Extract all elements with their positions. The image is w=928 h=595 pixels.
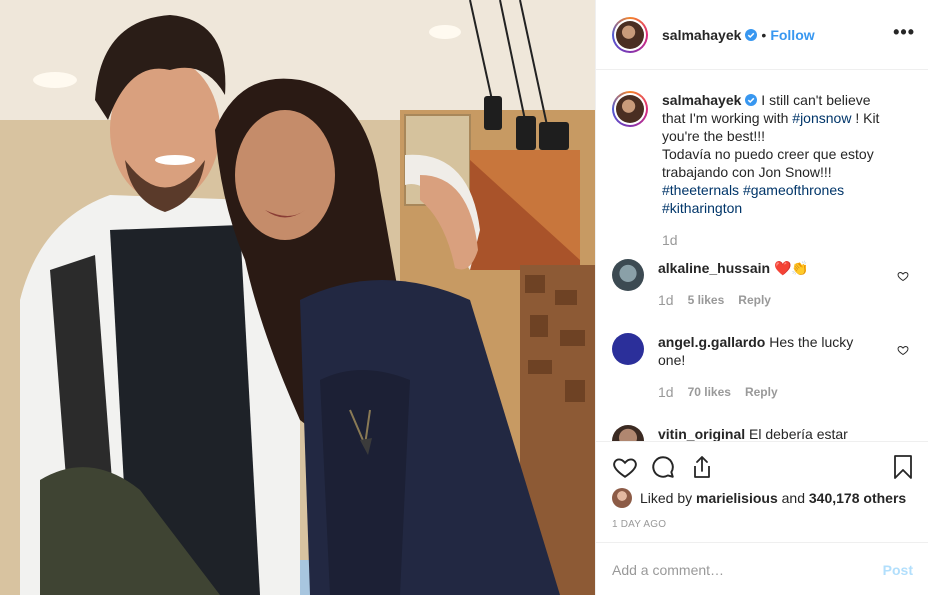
liked-by-user[interactable]: marielisious (696, 490, 778, 506)
comment-text: ❤️👏 (770, 260, 809, 276)
post-header: salmahayek • Follow ••• (596, 0, 928, 70)
more-options-icon[interactable]: ••• (893, 22, 915, 43)
post-comment-button[interactable]: Post (883, 562, 913, 578)
caption-spanish: Todavía no puedo creer que estoy trabaja… (662, 146, 874, 180)
comment-bubble-icon[interactable] (650, 454, 676, 480)
post-photo[interactable] (0, 0, 595, 595)
comment-item: vitin_original El debería estar (612, 425, 912, 441)
instagram-post: salmahayek • Follow ••• salmahayek I sti… (0, 0, 928, 595)
profile-avatar[interactable] (612, 16, 648, 53)
reply-button[interactable]: Reply (738, 291, 771, 309)
caption-time[interactable]: 1d (662, 231, 678, 249)
reply-button[interactable]: Reply (745, 383, 778, 401)
like-comment-heart-icon[interactable] (897, 270, 909, 282)
add-comment-bar: Post (596, 542, 928, 595)
liked-by-prefix: Liked by (640, 490, 693, 506)
comment-text: El debería estar (745, 426, 848, 441)
hashtag[interactable]: #gameofthrones (743, 182, 844, 198)
caption-username[interactable]: salmahayek (662, 92, 741, 108)
liker-avatar[interactable] (612, 488, 632, 508)
verified-badge-icon (745, 28, 758, 41)
others-count[interactable]: 340,178 others (809, 490, 906, 506)
comment-username[interactable]: angel.g.gallardo (658, 334, 765, 350)
like-heart-icon[interactable] (612, 454, 638, 480)
verified-badge-icon (745, 94, 758, 106)
commenter-avatar[interactable] (612, 425, 644, 441)
hashtag[interactable]: #theeternals (662, 182, 739, 198)
separator-dot: • (761, 26, 767, 43)
share-icon[interactable] (690, 454, 714, 480)
comment-input[interactable] (612, 561, 883, 578)
follow-button[interactable]: Follow (770, 27, 814, 43)
caption: salmahayek I still can't believe that I'… (612, 91, 912, 249)
comment-likes[interactable]: 5 likes (688, 291, 725, 309)
hashtag[interactable]: #kitharington (662, 200, 742, 216)
comment-username[interactable]: alkaline_hussain (658, 260, 770, 276)
comments-list[interactable]: salmahayek I still can't believe that I'… (596, 71, 928, 441)
comment-time[interactable]: 1d (658, 383, 674, 401)
commenter-avatar[interactable] (612, 259, 644, 291)
comment-item: angel.g.gallardo Hes the lucky one! 1d 7… (612, 333, 912, 401)
caption-avatar[interactable] (612, 91, 648, 127)
comment-time[interactable]: 1d (658, 291, 674, 309)
like-comment-heart-icon[interactable] (897, 344, 909, 356)
and-label: and (777, 490, 809, 506)
header-username[interactable]: salmahayek (662, 27, 741, 43)
comment-item: alkaline_hussain ❤️👏 1d 5 likes Reply (612, 259, 912, 309)
comment-username[interactable]: vitin_original (658, 426, 745, 441)
post-side-panel: salmahayek • Follow ••• salmahayek I sti… (595, 0, 928, 595)
photo-illustration (0, 0, 595, 595)
caption-mention[interactable]: #jonsnow (792, 110, 851, 126)
post-actions: Liked by marielisious and 340,178 others… (596, 441, 928, 595)
commenter-avatar[interactable] (612, 333, 644, 365)
comment-likes[interactable]: 70 likes (688, 383, 731, 401)
save-bookmark-icon[interactable] (892, 454, 914, 480)
liked-by-line: Liked by marielisious and 340,178 others (612, 488, 906, 508)
post-time-ago[interactable]: 1 DAY AGO (612, 519, 666, 530)
